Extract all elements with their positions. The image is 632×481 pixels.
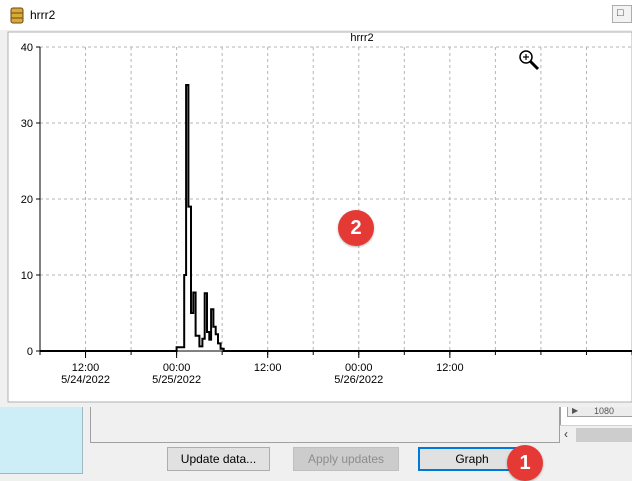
x-tick-label: 00:00 xyxy=(163,362,191,374)
x-tick-label: 12:00 xyxy=(254,362,282,374)
window-title: hrrr2 xyxy=(30,8,56,22)
x-tick-label: 00:00 xyxy=(345,362,373,374)
grid-row[interactable]: ▶ 1080 xyxy=(567,406,632,417)
inner-panel xyxy=(90,407,560,443)
chart-background xyxy=(7,31,632,403)
database-icon xyxy=(10,7,24,24)
x-tick-label: 12:00 xyxy=(436,362,464,374)
step-badge-2: 2 xyxy=(338,210,374,246)
row-pointer-icon: ▶ xyxy=(572,406,579,415)
horizontal-scrollbar[interactable]: ‹ xyxy=(560,425,632,444)
x-tick-label: 5/24/2022 xyxy=(61,374,110,386)
chart-title: hrrr2 xyxy=(350,32,373,44)
window-control-button[interactable]: □ xyxy=(612,5,632,23)
window-control-glyph: □ xyxy=(617,7,624,19)
scroll-left-icon[interactable]: ‹ xyxy=(564,427,568,441)
line-chart[interactable]: 01020304012:005/24/202200:005/25/202212:… xyxy=(0,30,632,407)
x-tick-label: 5/25/2022 xyxy=(152,374,201,386)
grid-cell: 1080 xyxy=(594,406,615,416)
y-tick-label: 0 xyxy=(27,346,33,358)
x-tick-label: 12:00 xyxy=(72,362,100,374)
y-tick-label: 10 xyxy=(21,270,33,282)
side-panel xyxy=(0,407,83,474)
apply-updates-button[interactable]: Apply updates xyxy=(293,447,399,471)
scrollbar-thumb[interactable] xyxy=(576,428,632,442)
y-tick-label: 40 xyxy=(21,42,33,54)
step-badge-1: 1 xyxy=(507,445,543,481)
title-bar: hrrr2 □ xyxy=(0,0,632,31)
y-tick-label: 20 xyxy=(21,194,33,206)
y-tick-label: 30 xyxy=(21,118,33,130)
update-data-button[interactable]: Update data... xyxy=(167,447,270,471)
x-tick-label: 5/26/2022 xyxy=(334,374,383,386)
chart-panel[interactable]: 0 10 20 30 40 12:00 5/24/2022 00:00 5/25/2022 12:… xyxy=(0,30,632,407)
